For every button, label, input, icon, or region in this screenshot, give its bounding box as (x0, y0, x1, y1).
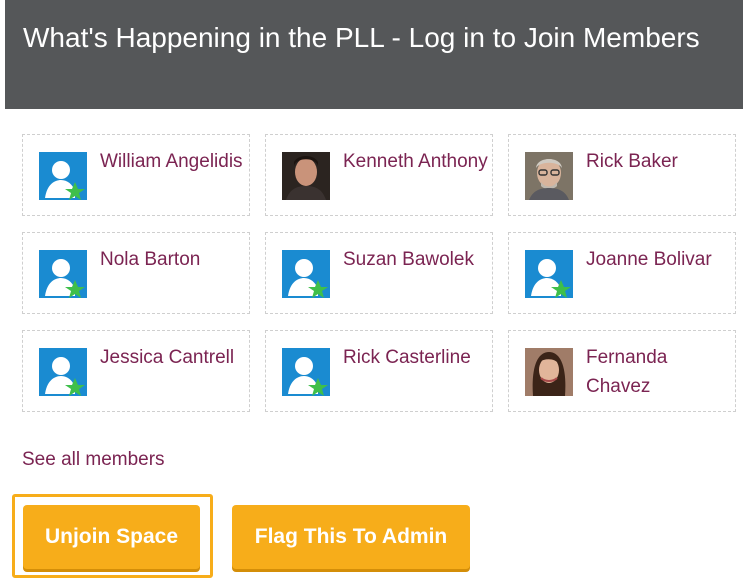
member-name-link[interactable]: Nola Barton (100, 245, 245, 274)
member-photo[interactable] (525, 348, 573, 396)
default-user-icon[interactable] (282, 250, 330, 298)
member-card[interactable]: Rick Casterline (265, 330, 493, 412)
member-name-link[interactable]: Suzan Bawolek (343, 245, 488, 274)
default-user-icon[interactable] (39, 152, 87, 200)
header-title: What's Happening in the PLL - Log in to … (23, 22, 700, 53)
member-card[interactable]: Nola Barton (22, 232, 250, 314)
member-name-link[interactable]: Kenneth Anthony (343, 147, 488, 176)
member-card[interactable]: Kenneth Anthony (265, 134, 493, 216)
member-name-link[interactable]: Fernanda Chavez (586, 343, 731, 401)
member-card[interactable]: Joanne Bolivar (508, 232, 736, 314)
default-user-icon[interactable] (39, 250, 87, 298)
member-name-link[interactable]: Rick Baker (586, 147, 731, 176)
member-card[interactable]: Suzan Bawolek (265, 232, 493, 314)
unjoin-space-button[interactable]: Unjoin Space (23, 505, 200, 569)
flag-to-admin-button[interactable]: Flag This To Admin (232, 505, 470, 569)
default-user-icon[interactable] (39, 348, 87, 396)
member-card[interactable]: Fernanda Chavez (508, 330, 736, 412)
member-name-link[interactable]: Rick Casterline (343, 343, 488, 372)
member-name-link[interactable]: William Angelidis (100, 147, 245, 176)
member-photo[interactable] (282, 152, 330, 200)
member-card[interactable]: Rick Baker (508, 134, 736, 216)
member-name-link[interactable]: Jessica Cantrell (100, 343, 245, 372)
see-all-members-link[interactable]: See all members (22, 447, 165, 473)
member-card[interactable]: William Angelidis (22, 134, 250, 216)
members-grid: William Angelidis Kenneth Anthony Rick B… (22, 134, 743, 414)
default-user-icon[interactable] (282, 348, 330, 396)
members-widget-header: What's Happening in the PLL - Log in to … (5, 0, 743, 109)
member-photo[interactable] (525, 152, 573, 200)
member-name-link[interactable]: Joanne Bolivar (586, 245, 731, 274)
member-card[interactable]: Jessica Cantrell (22, 330, 250, 412)
default-user-icon[interactable] (525, 250, 573, 298)
